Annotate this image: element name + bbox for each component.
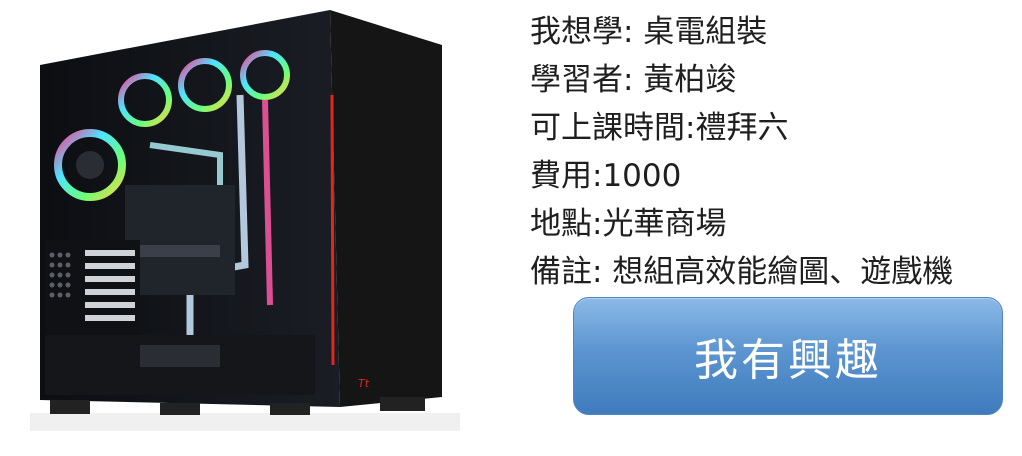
location: 地點:光華商場 bbox=[530, 206, 727, 242]
fee: 費用:1000 bbox=[530, 158, 682, 194]
learner-name: 學習者: 黃柏竣 bbox=[530, 62, 737, 98]
svg-text:Tt: Tt bbox=[358, 377, 370, 390]
pc-case-illustration: Tt bbox=[30, 10, 460, 431]
interested-button[interactable]: 我有興趣 bbox=[573, 297, 1003, 415]
red-accent-strip bbox=[330, 94, 335, 366]
listing-details: 我想學: 桌電組裝 學習者: 黃柏竣 可上課時間:禮拜六 費用:1000 地點:… bbox=[530, 8, 1015, 296]
wanted-skill: 我想學: 桌電組裝 bbox=[530, 14, 768, 50]
remarks: 備註: 想組高效能繪圖、遊戲機 bbox=[530, 254, 954, 290]
pc-case-image: Tt bbox=[30, 5, 460, 433]
available-time: 可上課時間:禮拜六 bbox=[530, 110, 789, 146]
